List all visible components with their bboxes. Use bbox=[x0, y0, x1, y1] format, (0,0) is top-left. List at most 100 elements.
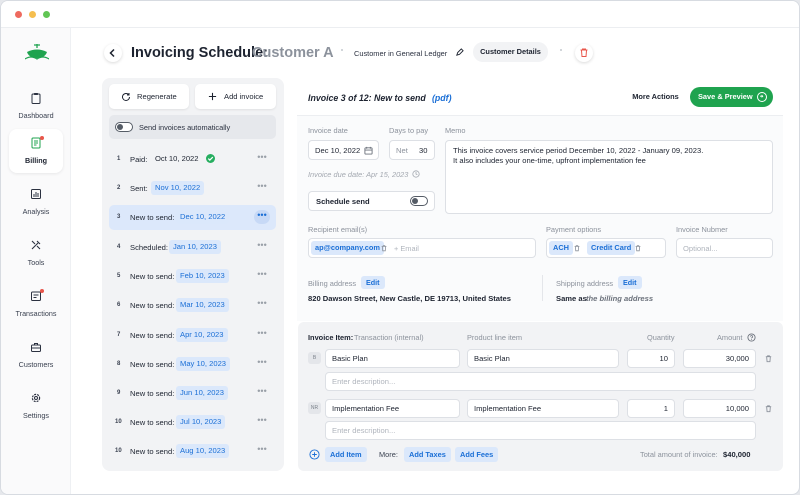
schedule-row[interactable]: 10 New to send: Aug 10, 2023 ••• bbox=[109, 439, 276, 464]
customer-details-tab[interactable]: Customer Details bbox=[473, 42, 548, 62]
sidebar-item-customers[interactable]: Customers bbox=[9, 333, 63, 377]
row-status: New to send: bbox=[130, 272, 175, 281]
add-taxes-button[interactable]: Add Taxes bbox=[404, 447, 451, 462]
row-status: New to send: bbox=[130, 389, 175, 398]
recipient-email-chip[interactable]: ap@company.com bbox=[311, 241, 384, 255]
billing-address-value: 820 Dawson Street, New Castle, DE 19713,… bbox=[308, 294, 512, 303]
schedule-row[interactable]: 7 New to send: Apr 10, 2023 ••• bbox=[109, 323, 276, 348]
auto-send-toggle[interactable] bbox=[115, 122, 133, 132]
help-icon[interactable] bbox=[747, 333, 756, 342]
schedule-row[interactable]: 9 New to send: Jun 10, 2023 ••• bbox=[109, 381, 276, 406]
bar-chart-icon bbox=[31, 189, 41, 199]
quantity-field[interactable]: 10 bbox=[627, 349, 675, 368]
edit-billing-address-button[interactable]: Edit bbox=[361, 276, 385, 289]
regenerate-button[interactable]: Regenerate bbox=[109, 84, 189, 109]
row-status: New to send: bbox=[130, 360, 175, 369]
separator-dot bbox=[560, 49, 562, 51]
sidebar-item-label: Customers bbox=[18, 360, 54, 369]
row-date: Jul 10, 2023 bbox=[176, 415, 226, 429]
add-fees-button[interactable]: Add Fees bbox=[455, 447, 499, 462]
add-circle-icon[interactable] bbox=[309, 449, 320, 460]
amount-field[interactable]: 10,000 bbox=[683, 399, 756, 418]
schedule-row-selected[interactable]: 3 New to send: Dec 10, 2022 ••• bbox=[109, 205, 276, 230]
description-input[interactable]: Enter description... bbox=[325, 421, 756, 440]
schedule-row[interactable]: 4 Scheduled: Jan 10, 2023 ••• bbox=[109, 235, 276, 260]
transaction-field[interactable]: Basic Plan bbox=[325, 349, 460, 368]
close-window-button[interactable] bbox=[15, 11, 22, 18]
schedule-row[interactable]: 1 Paid: Oct 10, 2022 ••• bbox=[109, 147, 276, 172]
product-line-field[interactable]: Basic Plan bbox=[467, 349, 619, 368]
trash-icon[interactable] bbox=[634, 244, 642, 252]
schedule-row[interactable]: 6 New to send: Mar 10, 2023 ••• bbox=[109, 293, 276, 318]
edit-shipping-address-button[interactable]: Edit bbox=[618, 276, 642, 289]
product-line-field[interactable]: Implementation Fee bbox=[467, 399, 619, 418]
quantity-field[interactable]: 1 bbox=[627, 399, 675, 418]
row-menu-button[interactable]: ••• bbox=[254, 269, 270, 283]
credit-card-chip[interactable]: Credit Card bbox=[587, 241, 636, 255]
row-date: Feb 10, 2023 bbox=[176, 269, 229, 283]
row-date: Mar 10, 2023 bbox=[176, 298, 229, 312]
row-menu-button[interactable]: ••• bbox=[254, 181, 270, 195]
delete-button[interactable] bbox=[575, 44, 593, 62]
trash-icon[interactable] bbox=[573, 244, 581, 252]
sidebar-item-analysis[interactable]: Analysis bbox=[9, 180, 63, 224]
total-value: $40,000 bbox=[723, 450, 751, 459]
page-title: Invoicing Schedule: bbox=[131, 45, 268, 61]
row-menu-button[interactable]: ••• bbox=[254, 386, 270, 400]
pdf-link[interactable]: (pdf) bbox=[432, 93, 452, 103]
invoice-number-label: Invoice Nubmer bbox=[676, 225, 728, 234]
sidebar-item-tools[interactable]: Tools bbox=[9, 231, 63, 275]
save-preview-button[interactable]: Save & Preview bbox=[690, 87, 773, 107]
back-button[interactable] bbox=[104, 44, 122, 62]
memo-textarea[interactable]: This invoice covers service period Decem… bbox=[445, 140, 773, 214]
sidebar-item-transactions[interactable]: Transactions bbox=[9, 282, 63, 326]
trash-icon[interactable] bbox=[380, 244, 388, 252]
row-status: New to send: bbox=[130, 418, 175, 427]
row-menu-button[interactable]: ••• bbox=[254, 444, 270, 458]
trash-icon[interactable] bbox=[764, 404, 773, 413]
schedule-row[interactable]: 5 New to send: Feb 10, 2023 ••• bbox=[109, 264, 276, 289]
maximize-window-button[interactable] bbox=[43, 11, 50, 18]
row-menu-button[interactable]: ••• bbox=[254, 415, 270, 429]
schedule-row[interactable]: 8 New to send: May 10, 2023 ••• bbox=[109, 352, 276, 377]
add-invoice-button[interactable]: Add invoice bbox=[195, 84, 276, 109]
sidebar-item-billing[interactable]: Billing bbox=[9, 129, 63, 173]
row-menu-button[interactable]: ••• bbox=[254, 357, 270, 371]
item-type-badge: NR bbox=[308, 402, 321, 414]
row-number: 5 bbox=[117, 273, 121, 279]
description-input[interactable]: Enter description... bbox=[325, 372, 756, 391]
schedule-send-toggle[interactable] bbox=[410, 196, 428, 206]
schedule-row[interactable]: 10 New to send: Jul 10, 2023 ••• bbox=[109, 410, 276, 435]
invoice-date-field[interactable]: Dec 10, 2022 bbox=[308, 140, 379, 160]
row-menu-button[interactable]: ••• bbox=[254, 328, 270, 342]
customer-name: Customer A bbox=[252, 45, 334, 61]
amount-field[interactable]: 30,000 bbox=[683, 349, 756, 368]
schedule-row[interactable]: 2 Sent: Nov 10, 2022 ••• bbox=[109, 176, 276, 201]
invoice-number-field[interactable]: Optional... bbox=[676, 238, 773, 258]
clipboard-icon bbox=[31, 93, 41, 104]
row-date: Aug 10, 2023 bbox=[176, 444, 230, 458]
days-to-pay-field[interactable]: Net 30 bbox=[389, 140, 435, 160]
trash-icon[interactable] bbox=[764, 354, 773, 363]
row-status: New to send: bbox=[130, 447, 175, 456]
invoice-items-panel bbox=[298, 322, 783, 471]
items-header-quantity: Quantity bbox=[647, 333, 675, 342]
edit-icon[interactable] bbox=[455, 48, 464, 57]
transaction-field[interactable]: Implementation Fee bbox=[325, 399, 460, 418]
add-email-placeholder[interactable]: + Email bbox=[394, 244, 419, 253]
row-number: 8 bbox=[117, 361, 121, 367]
customer-ledger-link[interactable]: Customer in General Ledger bbox=[354, 49, 447, 58]
sidebar-item-settings[interactable]: Settings bbox=[9, 384, 63, 428]
net-label: Net bbox=[396, 146, 408, 155]
ach-chip[interactable]: ACH bbox=[549, 241, 574, 255]
sidebar-item-dashboard[interactable]: Dashboard bbox=[9, 84, 63, 128]
row-menu-button[interactable]: ••• bbox=[254, 240, 270, 254]
row-menu-button[interactable]: ••• bbox=[254, 210, 270, 224]
minimize-window-button[interactable] bbox=[29, 11, 36, 18]
trash-icon bbox=[580, 48, 588, 57]
add-item-button[interactable]: Add Item bbox=[325, 447, 367, 462]
more-actions-button[interactable]: More Actions bbox=[626, 87, 685, 107]
row-menu-button[interactable]: ••• bbox=[254, 298, 270, 312]
row-date: May 10, 2023 bbox=[176, 357, 231, 371]
row-menu-button[interactable]: ••• bbox=[254, 152, 270, 166]
